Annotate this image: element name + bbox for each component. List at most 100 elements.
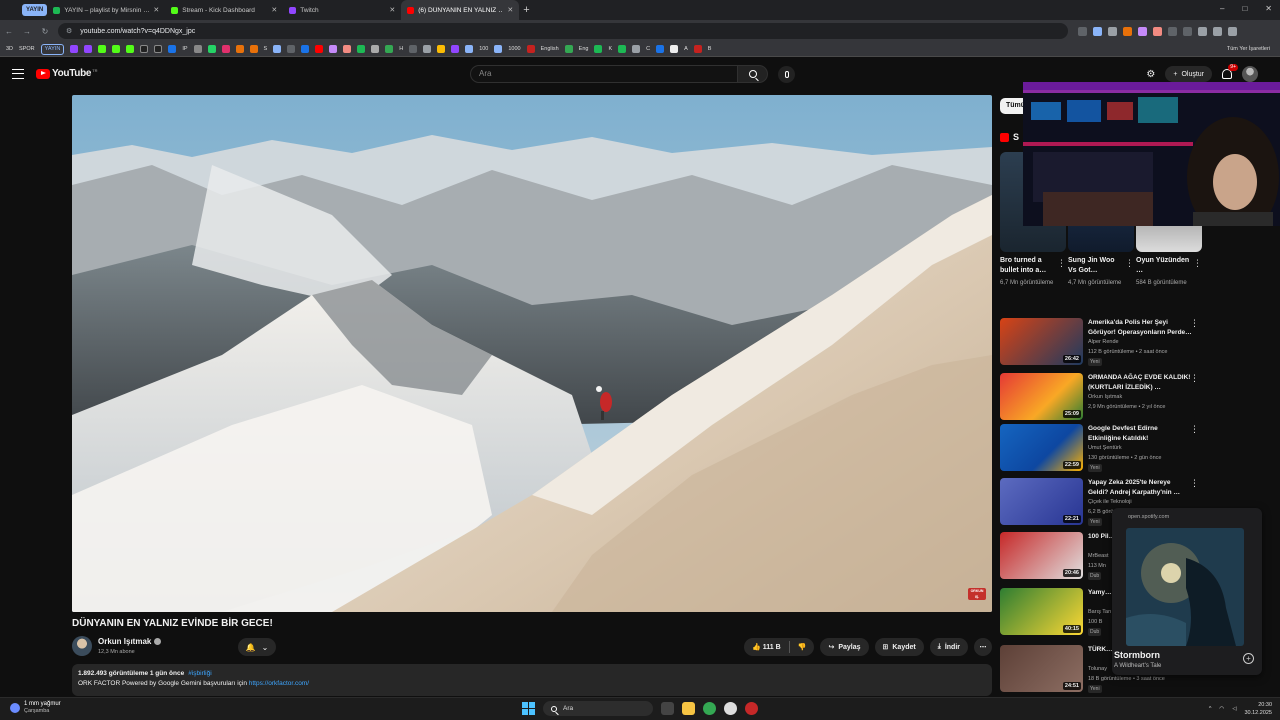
recommended-video[interactable]: 22:59 Google Devfest Edirne Etkinliğine … bbox=[1000, 424, 1205, 474]
add-to-library-button[interactable]: + bbox=[1243, 653, 1254, 664]
site-icon[interactable] bbox=[168, 45, 177, 53]
site-icon[interactable] bbox=[465, 45, 474, 53]
bookmark-label[interactable]: A bbox=[684, 46, 688, 52]
site-icon[interactable] bbox=[343, 45, 352, 53]
channel-name[interactable]: Alper Rende bbox=[1088, 339, 1119, 345]
spotify-icon[interactable] bbox=[618, 45, 627, 53]
more-actions-button[interactable]: ⋯ bbox=[974, 638, 992, 656]
site-icon[interactable] bbox=[385, 45, 394, 53]
site-icon[interactable] bbox=[371, 45, 380, 53]
site-icon[interactable] bbox=[249, 45, 258, 53]
tiktok-icon[interactable] bbox=[154, 45, 163, 53]
bookmark-label[interactable]: S bbox=[264, 46, 268, 52]
voice-search-button[interactable] bbox=[778, 66, 795, 83]
channel-name[interactable]: Çiçek ile Teknoloji bbox=[1088, 499, 1132, 505]
bookmark-label[interactable]: C bbox=[646, 46, 650, 52]
create-button[interactable]: + Oluştur bbox=[1165, 66, 1212, 82]
task-view-icon[interactable] bbox=[661, 702, 674, 715]
youtube-icon[interactable] bbox=[315, 45, 324, 53]
forward-icon[interactable]: → bbox=[18, 27, 36, 36]
youtube-logo[interactable]: YouTube TR bbox=[36, 68, 98, 79]
extension-icon[interactable] bbox=[1093, 26, 1102, 36]
taskbar-search[interactable]: Ara bbox=[543, 701, 653, 716]
channel-name[interactable]: Orkun Işıtmak bbox=[1088, 394, 1122, 400]
weather-widget[interactable]: 1 mm yağmur Çarşamba bbox=[10, 701, 61, 715]
site-icon[interactable] bbox=[526, 45, 535, 53]
site-icon[interactable] bbox=[301, 45, 310, 53]
site-icon[interactable] bbox=[329, 45, 338, 53]
channel-name[interactable]: MrBeast bbox=[1088, 553, 1108, 559]
bookmark-folder-chip[interactable]: YAYIN bbox=[40, 43, 65, 55]
minimize-button[interactable]: – bbox=[1220, 4, 1224, 13]
tray-chevron-icon[interactable]: ^ bbox=[1209, 706, 1212, 712]
site-icon[interactable] bbox=[423, 45, 432, 53]
site-icon[interactable] bbox=[670, 45, 679, 53]
site-icon[interactable] bbox=[656, 45, 665, 53]
extension-icon[interactable] bbox=[1228, 26, 1237, 36]
bookmark-label[interactable]: 1000 bbox=[508, 46, 520, 52]
clock[interactable]: 20:30 30.12.2025 bbox=[1244, 701, 1272, 717]
close-tab-icon[interactable]: ✕ bbox=[153, 6, 159, 14]
more-vert-icon[interactable]: ⋮ bbox=[1057, 258, 1066, 269]
maximize-button[interactable]: □ bbox=[1242, 4, 1247, 13]
site-icon[interactable] bbox=[693, 45, 702, 53]
kick-icon[interactable] bbox=[98, 45, 107, 53]
video-description[interactable]: 1.892.493 görüntüleme 1 gün önce #işbirli… bbox=[72, 664, 992, 696]
whatsapp-icon[interactable] bbox=[207, 45, 216, 53]
close-tab-icon[interactable]: ✕ bbox=[389, 6, 395, 14]
instagram-icon[interactable] bbox=[221, 45, 230, 53]
notifications-bell-icon[interactable]: 9+ bbox=[1222, 64, 1238, 79]
extension-icon[interactable] bbox=[1078, 26, 1087, 36]
site-icon[interactable] bbox=[235, 45, 244, 53]
close-tab-icon[interactable]: ✕ bbox=[271, 6, 277, 14]
more-vert-icon[interactable]: ⋮ bbox=[1190, 478, 1199, 489]
site-icon[interactable] bbox=[564, 45, 573, 53]
site-icon[interactable] bbox=[437, 45, 446, 53]
channel-name[interactable]: Tolunay bbox=[1088, 666, 1107, 672]
dislike-button[interactable]: 👎 bbox=[798, 643, 807, 651]
bookmark-item[interactable]: SPOR bbox=[19, 46, 35, 52]
share-button[interactable]: ↪ Paylaş bbox=[820, 638, 869, 656]
obs-icon[interactable] bbox=[724, 702, 737, 715]
tab-group-chip[interactable]: YAYIN bbox=[22, 4, 48, 16]
more-vert-icon[interactable]: ⋮ bbox=[1190, 424, 1199, 435]
extension-icon[interactable] bbox=[1123, 26, 1132, 36]
spotify-miniplayer[interactable]: open.spotify.com Stormborn A Wildheart's… bbox=[1112, 508, 1262, 675]
extension-icon[interactable] bbox=[1213, 26, 1222, 36]
site-icon[interactable] bbox=[632, 45, 641, 53]
file-explorer-icon[interactable] bbox=[682, 702, 695, 715]
search-button[interactable] bbox=[738, 65, 768, 83]
tab-youtube-active[interactable]: (6) DÜNYANIN EN YALNIZ … ✕ bbox=[401, 0, 520, 20]
description-link[interactable]: https://orkfactor.com/ bbox=[249, 680, 309, 687]
spotify-icon[interactable] bbox=[357, 45, 366, 53]
close-tab-icon[interactable]: ✕ bbox=[507, 6, 513, 14]
chrome-icon[interactable] bbox=[703, 702, 716, 715]
recommended-video[interactable]: 26:42 Amerika'da Polis Her Şeyi Görüyor!… bbox=[1000, 318, 1205, 368]
hashtag-link[interactable]: #işbirliği bbox=[188, 670, 211, 677]
tab-kick[interactable]: Stream - Kick Dashboard ✕ bbox=[165, 0, 283, 20]
tab-twitch[interactable]: Twitch ✕ bbox=[283, 0, 401, 20]
like-button[interactable]: 👍 111 B bbox=[752, 643, 781, 651]
close-window-button[interactable]: ✕ bbox=[1265, 4, 1272, 13]
site-info-icon[interactable]: ⚙ bbox=[66, 27, 72, 35]
new-tab-button[interactable]: + bbox=[523, 4, 529, 16]
extension-icon[interactable] bbox=[1198, 26, 1207, 36]
bookmark-label[interactable]: Eng bbox=[579, 46, 589, 52]
site-icon[interactable] bbox=[409, 45, 418, 53]
recommended-video[interactable]: 25:09 ORMANDA AĞAÇ EVDE KALDIK! (KURTLAR… bbox=[1000, 373, 1205, 423]
url-field[interactable]: ⚙ youtube.com/watch?v=q4DDNgx_jpc bbox=[58, 23, 1068, 39]
site-icon[interactable] bbox=[273, 45, 282, 53]
bookmark-label[interactable]: English bbox=[541, 46, 559, 52]
bookmark-label[interactable]: K bbox=[608, 46, 612, 52]
kick-icon[interactable] bbox=[112, 45, 121, 53]
twitch-icon[interactable] bbox=[84, 45, 93, 53]
reload-icon[interactable]: ↻ bbox=[36, 27, 54, 36]
menu-icon[interactable] bbox=[12, 69, 24, 79]
bookmark-label[interactable]: B bbox=[708, 46, 712, 52]
site-icon[interactable] bbox=[287, 45, 296, 53]
extension-icon[interactable] bbox=[1183, 26, 1192, 36]
channel-avatar[interactable] bbox=[72, 636, 92, 656]
more-vert-icon[interactable]: ⋮ bbox=[1193, 258, 1202, 269]
windows-start-icon[interactable] bbox=[522, 702, 535, 715]
site-icon[interactable] bbox=[451, 45, 460, 53]
